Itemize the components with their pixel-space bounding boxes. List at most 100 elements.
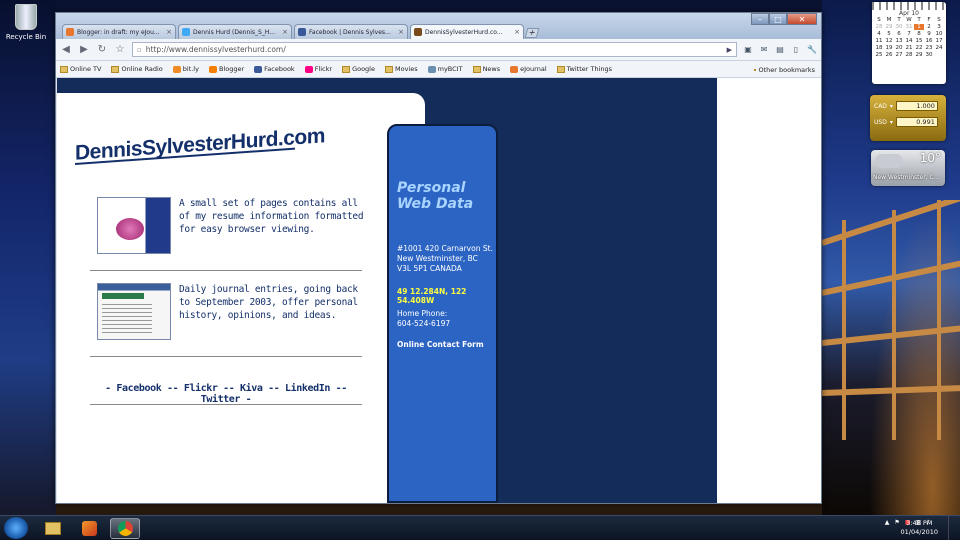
calendar-day[interactable]: 22 [914, 45, 924, 51]
maximize-button[interactable]: □ [769, 13, 787, 25]
go-icon[interactable]: ▶ [727, 46, 732, 54]
calendar-day[interactable]: 14 [904, 38, 914, 44]
currency-value-2[interactable]: 0.991 [895, 117, 938, 127]
weather-gadget[interactable]: 10° New Westminster, C... [871, 150, 945, 186]
calendar-day[interactable]: 1 [914, 24, 924, 30]
sidebar-title-line-2: Web Data [397, 196, 474, 212]
calendar-day[interactable]: 29 [914, 52, 924, 58]
tab-3[interactable]: Facebook | Dennis Sylves... × [294, 24, 408, 39]
tab-4[interactable]: DennisSylvesterHurd.co... × [410, 24, 524, 39]
social-link-facebook[interactable]: Facebook [116, 383, 161, 394]
address-bar[interactable]: ▫ http://www.dennissylvesterhurd.com/ ▶ [132, 42, 737, 57]
social-link-kiva[interactable]: Kiva [240, 383, 263, 394]
taskbar-clock[interactable]: 3:48 PM 01/04/2010 [901, 519, 938, 537]
bookmark-item[interactable]: Online TV [60, 65, 101, 73]
bookmark-item[interactable]: Google [342, 65, 375, 73]
currency-code-2[interactable]: USD [874, 119, 887, 126]
media-player-taskbar-button[interactable] [74, 518, 104, 539]
social-link-linkedin[interactable]: LinkedIn [285, 383, 330, 394]
bookmark-item[interactable]: Online Radio [111, 65, 163, 73]
bookmark-item[interactable]: eJournal [510, 65, 547, 73]
calendar-day[interactable]: 30 [894, 24, 904, 30]
journal-thumbnail[interactable] [97, 283, 171, 340]
social-link-flickr[interactable]: Flickr [184, 383, 218, 394]
back-button[interactable]: ◀ [60, 44, 72, 55]
bookmark-item[interactable]: Blogger [208, 65, 244, 73]
calendar-day[interactable]: 31 [904, 24, 914, 30]
calendar-day[interactable]: 25 [874, 52, 884, 58]
calendar-day[interactable]: 5 [884, 31, 894, 37]
show-hidden-icons[interactable]: ▲ [885, 519, 890, 526]
coordinates-link[interactable]: 49 12.284N, 122 54.408W [397, 287, 496, 305]
calendar-day[interactable]: 15 [914, 38, 924, 44]
bookmark-item[interactable]: News [472, 65, 500, 73]
explorer-taskbar-button[interactable] [38, 518, 68, 539]
calendar-day[interactable]: 21 [904, 45, 914, 51]
calendar-day[interactable]: 4 [874, 31, 884, 37]
browser-titlebar[interactable]: Blogger: in draft: my eJou... × Dennis Hur… [56, 13, 821, 39]
bookmark-item[interactable]: Facebook [254, 65, 295, 73]
calendar-day[interactable]: 12 [884, 38, 894, 44]
calendar-day[interactable]: 6 [894, 31, 904, 37]
calendar-day[interactable]: 8 [914, 31, 924, 37]
tab-1[interactable]: Blogger: in draft: my eJou... × [62, 24, 176, 39]
forward-button[interactable]: ▶ [78, 44, 90, 55]
chrome-taskbar-button[interactable] [110, 518, 140, 539]
tab-close-icon[interactable]: × [166, 28, 172, 36]
journal-description[interactable]: Daily journal entries, going back to Sep… [179, 283, 369, 340]
close-window-button[interactable]: ✕ [787, 13, 817, 25]
calendar-day[interactable]: 24 [934, 45, 944, 51]
other-bookmarks[interactable]: Other bookmarks [754, 66, 815, 74]
calendar-day[interactable]: 23 [924, 45, 934, 51]
reload-button[interactable]: ↻ [96, 44, 108, 55]
bookmark-item[interactable]: Twitter Things [556, 65, 612, 73]
calendar-day[interactable]: 10 [934, 31, 944, 37]
calendar-day[interactable]: 7 [904, 31, 914, 37]
calendar-day[interactable]: 17 [934, 38, 944, 44]
show-desktop-button[interactable] [948, 516, 960, 540]
calendar-day[interactable]: 16 [924, 38, 934, 44]
tab-close-icon[interactable]: × [398, 28, 404, 36]
tab-close-icon[interactable]: × [514, 28, 520, 36]
calendar-day[interactable]: 26 [884, 52, 894, 58]
start-button[interactable] [4, 517, 28, 539]
calendar-day[interactable]: 9 [924, 31, 934, 37]
resume-thumbnail[interactable] [97, 197, 171, 254]
contact-form-link[interactable]: Online Contact Form [397, 340, 484, 349]
currency-gadget[interactable]: CAD ▾ 1.000 USD ▾ 0.991 [870, 95, 946, 141]
feed-icon[interactable]: ▤ [775, 45, 785, 55]
calendar-day[interactable]: 19 [884, 45, 894, 51]
calendar-gadget[interactable]: Apr 10 S M T W T F S 28 29 30 31 1 2 3 4 5 6 7 8 9 10 11 12 13 1… [872, 2, 946, 84]
bookmark-item[interactable]: bit.ly [172, 65, 199, 73]
mail-icon[interactable]: ✉ [759, 45, 769, 55]
wrench-icon[interactable]: 🔧 [807, 45, 817, 55]
currency-code-1[interactable]: CAD [874, 103, 887, 110]
calendar-day[interactable] [934, 52, 944, 58]
minimize-button[interactable]: – [751, 13, 769, 25]
calendar-day[interactable]: 27 [894, 52, 904, 58]
calendar-day[interactable]: 11 [874, 38, 884, 44]
extension-icon[interactable]: ▣ [743, 45, 753, 55]
calendar-day[interactable]: 13 [894, 38, 904, 44]
flag-icon[interactable]: ⚑ [894, 519, 899, 526]
calendar-day[interactable]: 18 [874, 45, 884, 51]
resume-description[interactable]: A small set of pages contains all of my … [179, 197, 369, 254]
calendar-day[interactable]: 2 [924, 24, 934, 30]
bookmark-item[interactable]: Movies [384, 65, 418, 73]
tab-2[interactable]: Dennis Hurd (Dennis_S_H... × [178, 24, 292, 39]
calendar-day[interactable]: 20 [894, 45, 904, 51]
bookmark-star-icon[interactable]: ☆ [114, 44, 126, 55]
calendar-day[interactable]: 29 [884, 24, 894, 30]
folder-icon [754, 69, 757, 71]
calendar-day[interactable]: 28 [874, 24, 884, 30]
calendar-day[interactable]: 3 [934, 24, 944, 30]
recycle-bin-shortcut[interactable]: Recycle Bin [4, 4, 48, 41]
currency-value-1[interactable]: 1.000 [895, 101, 938, 111]
bookmark-item[interactable]: myBCIT [427, 65, 463, 73]
page-menu-icon[interactable]: ▯ [791, 45, 801, 55]
new-tab-button[interactable]: + [524, 28, 540, 38]
tab-close-icon[interactable]: × [282, 28, 288, 36]
calendar-day[interactable]: 30 [924, 52, 934, 58]
calendar-day[interactable]: 28 [904, 52, 914, 58]
bookmark-item[interactable]: Flickr [304, 65, 332, 73]
